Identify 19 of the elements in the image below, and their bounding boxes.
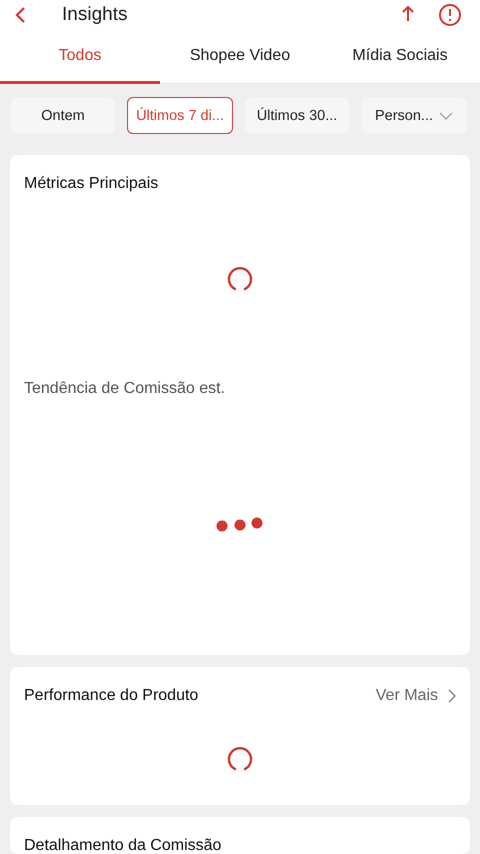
loading-spinner-icon <box>226 745 254 773</box>
info-icon[interactable] <box>438 3 462 27</box>
tab[interactable]: Mídia Sociais <box>320 30 480 84</box>
date-filter-chip[interactable]: Últimos 30... <box>244 97 350 134</box>
date-filter-chip[interactable]: Person... <box>361 97 467 134</box>
chart-subtitle: Tendência de Comissão est. <box>24 380 226 398</box>
card-title: Métricas Principais <box>24 175 158 193</box>
date-filter-chip[interactable]: Últimos 7 di... <box>127 97 233 134</box>
tab[interactable]: Shopee Video <box>160 30 320 84</box>
see-more-link[interactable]: Ver Mais <box>376 687 456 705</box>
date-filter-chip[interactable]: Ontem <box>10 97 116 134</box>
back-icon[interactable] <box>14 6 26 24</box>
tab[interactable]: Todos <box>0 30 160 84</box>
loading-spinner-icon <box>226 265 254 293</box>
chevron-right-icon <box>448 689 456 703</box>
card-title: Performance do Produto <box>24 687 198 705</box>
loading-dots-icon <box>216 516 264 532</box>
card-title: Detalhamento da Comissão <box>24 837 222 854</box>
page-title: Insights <box>62 4 128 26</box>
